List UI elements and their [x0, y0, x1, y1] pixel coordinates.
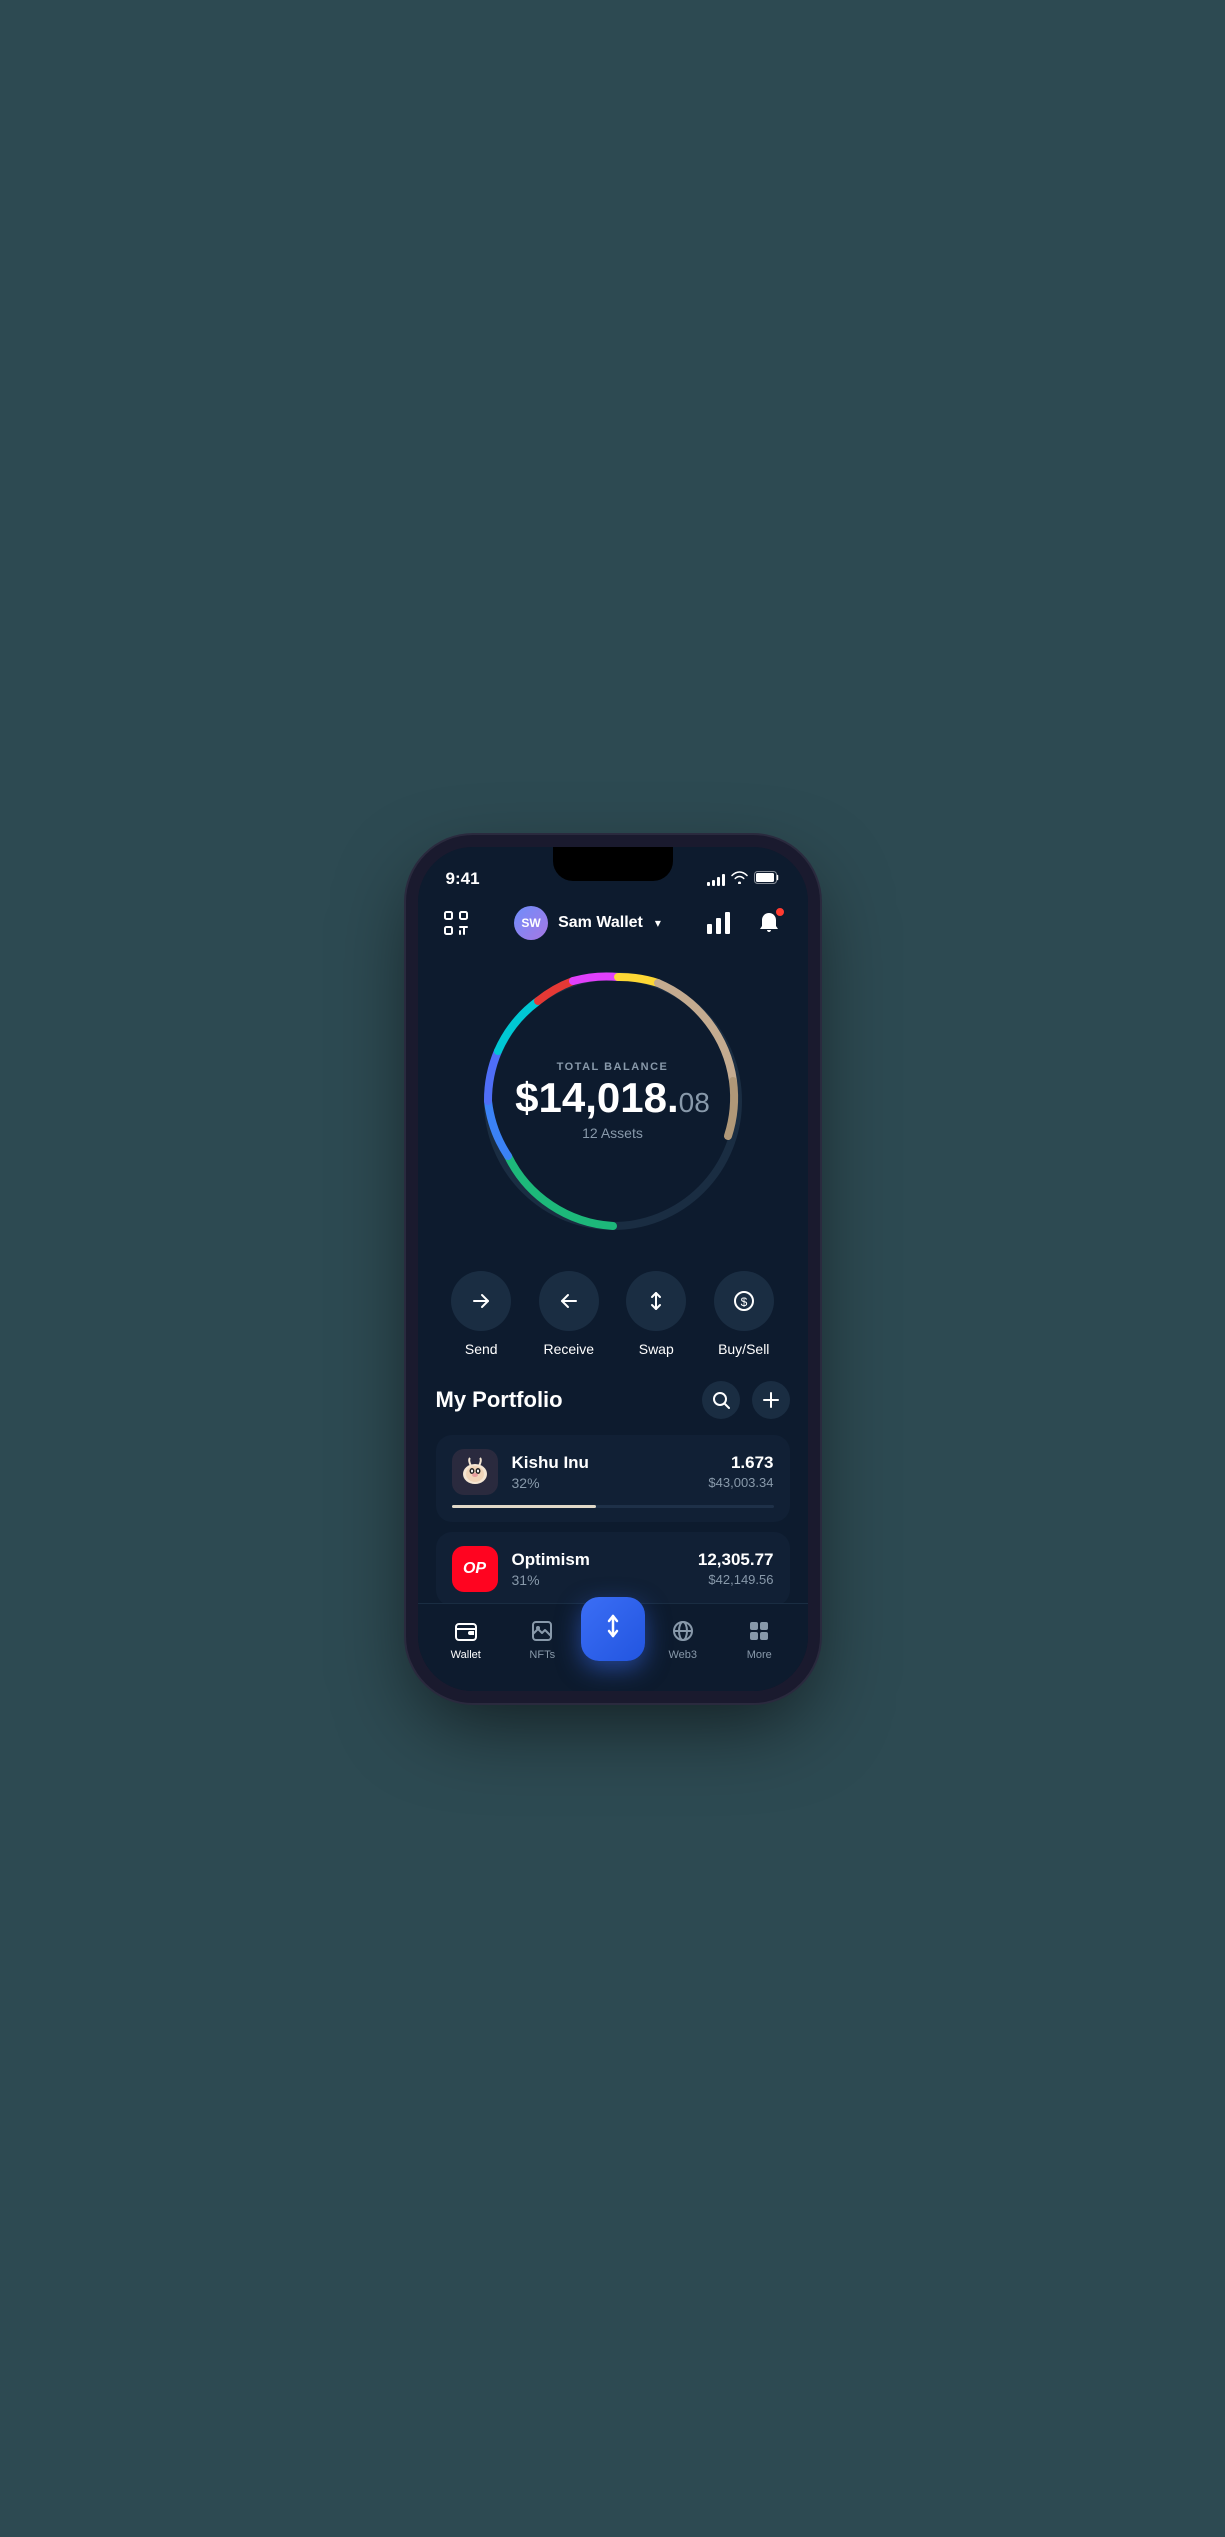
buysell-label: Buy/Sell — [718, 1341, 769, 1357]
web3-nav-icon — [669, 1617, 697, 1645]
balance-label: TOTAL BALANCE — [515, 1061, 710, 1073]
swap-label: Swap — [639, 1341, 674, 1357]
balance-amount: $14,018.08 — [515, 1077, 710, 1119]
battery-icon — [754, 871, 780, 887]
buysell-button[interactable]: $ Buy/Sell — [714, 1271, 774, 1357]
nav-more[interactable]: More — [721, 1617, 798, 1661]
op-usd: $42,149.56 — [698, 1572, 774, 1587]
notch — [553, 847, 673, 881]
kishu-name: Kishu Inu — [512, 1453, 695, 1473]
phone-screen: 9:41 — [418, 847, 808, 1691]
kishu-bar-fill — [452, 1505, 597, 1508]
portfolio-section: My Portfolio — [418, 1381, 808, 1606]
op-amount: 12,305.77 — [698, 1550, 774, 1570]
web3-nav-label: Web3 — [668, 1649, 697, 1661]
center-nav-icon — [599, 1612, 627, 1646]
receive-label: Receive — [543, 1341, 594, 1357]
more-nav-label: More — [747, 1649, 772, 1661]
kishu-pct: 32% — [512, 1475, 695, 1491]
kishu-bar — [452, 1505, 774, 1508]
balance-inner: TOTAL BALANCE $14,018.08 12 Assets — [515, 1061, 710, 1141]
balance-circle: TOTAL BALANCE $14,018.08 12 Assets — [473, 961, 753, 1241]
wallet-nav-label: Wallet — [451, 1649, 481, 1661]
portfolio-title: My Portfolio — [436, 1387, 563, 1413]
op-info: Optimism 31% — [512, 1550, 684, 1588]
notification-badge — [775, 907, 785, 917]
assets-count: 12 Assets — [515, 1125, 710, 1141]
kishu-info: Kishu Inu 32% — [512, 1453, 695, 1491]
nav-wallet[interactable]: Wallet — [428, 1617, 505, 1661]
nfts-nav-label: NFTs — [529, 1649, 555, 1661]
more-nav-icon — [745, 1617, 773, 1645]
nav-nfts[interactable]: NFTs — [504, 1617, 581, 1661]
wallet-selector[interactable]: SW Sam Wallet ▾ — [514, 906, 661, 940]
phone-frame: 9:41 — [418, 847, 808, 1691]
bottom-nav: Wallet NFTs — [418, 1603, 808, 1691]
balance-section: TOTAL BALANCE $14,018.08 12 Assets — [418, 951, 808, 1261]
svg-text:$: $ — [740, 1295, 747, 1309]
asset-item-kishu[interactable]: Kishu Inu 32% 1.673 $43,003.34 — [436, 1435, 790, 1522]
nav-web3[interactable]: Web3 — [645, 1617, 722, 1661]
receive-icon — [539, 1271, 599, 1331]
wifi-icon — [731, 871, 748, 887]
kishu-values: 1.673 $43,003.34 — [708, 1453, 773, 1490]
kishu-usd: $43,003.34 — [708, 1475, 773, 1490]
kishu-logo — [452, 1449, 498, 1495]
search-button[interactable] — [702, 1381, 740, 1419]
send-icon — [451, 1271, 511, 1331]
status-time: 9:41 — [446, 869, 480, 889]
portfolio-header: My Portfolio — [436, 1381, 790, 1419]
asset-row-kishu: Kishu Inu 32% 1.673 $43,003.34 — [452, 1449, 774, 1495]
send-button[interactable]: Send — [451, 1271, 511, 1357]
asset-row-optimism: OP Optimism 31% 12,305.77 $42,149.56 — [452, 1546, 774, 1592]
wallet-nav-icon — [452, 1617, 480, 1645]
add-asset-button[interactable] — [752, 1381, 790, 1419]
kishu-amount: 1.673 — [708, 1453, 773, 1473]
swap-button[interactable]: Swap — [626, 1271, 686, 1357]
nfts-nav-icon — [528, 1617, 556, 1645]
op-name: Optimism — [512, 1550, 684, 1570]
nav-center-button[interactable] — [581, 1597, 645, 1661]
header: SW Sam Wallet ▾ — [418, 897, 808, 951]
swap-icon — [626, 1271, 686, 1331]
op-pct: 31% — [512, 1572, 684, 1588]
signal-icon — [707, 872, 725, 886]
receive-button[interactable]: Receive — [539, 1271, 599, 1357]
header-right — [701, 905, 787, 941]
buysell-icon: $ — [714, 1271, 774, 1331]
action-buttons: Send Receive — [418, 1261, 808, 1381]
notifications-button[interactable] — [751, 905, 787, 941]
send-label: Send — [465, 1341, 498, 1357]
status-icons — [707, 871, 780, 887]
asset-item-optimism[interactable]: OP Optimism 31% 12,305.77 $42,149.56 — [436, 1532, 790, 1606]
op-logo: OP — [452, 1546, 498, 1592]
op-values: 12,305.77 $42,149.56 — [698, 1550, 774, 1587]
wallet-name: Sam Wallet — [558, 914, 643, 932]
chevron-down-icon: ▾ — [655, 916, 661, 930]
scan-button[interactable] — [438, 905, 474, 941]
avatar: SW — [514, 906, 548, 940]
portfolio-actions — [702, 1381, 790, 1419]
chart-button[interactable] — [701, 905, 737, 941]
